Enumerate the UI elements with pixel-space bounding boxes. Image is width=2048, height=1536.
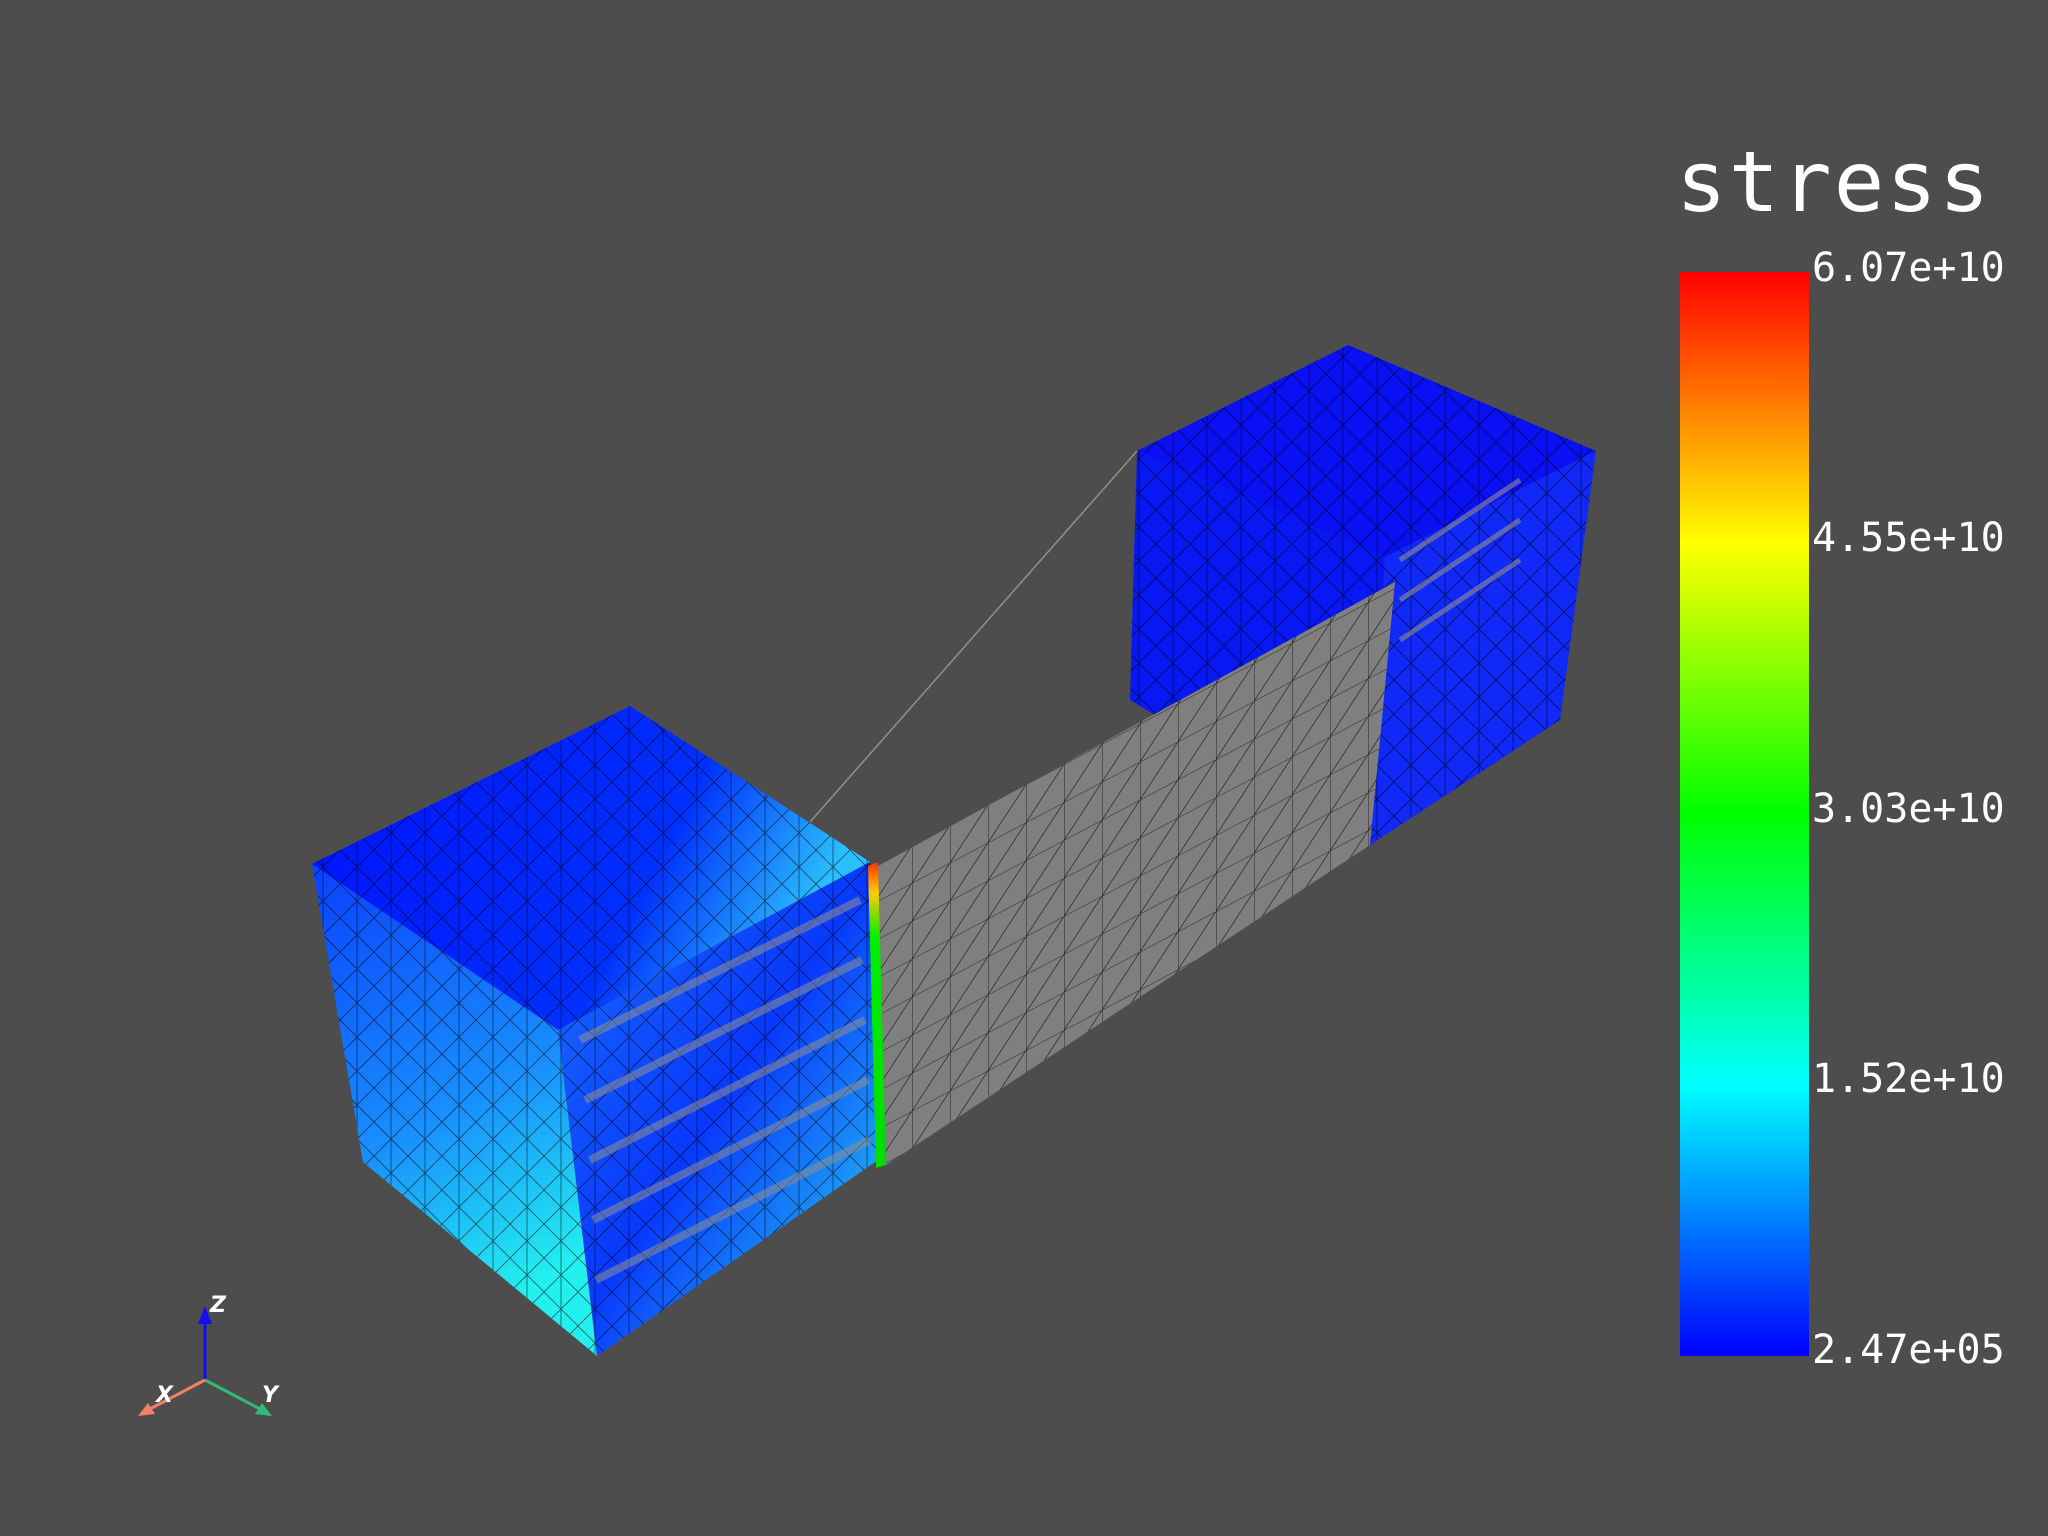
left-block — [312, 706, 886, 1356]
y-axis-label: Y — [262, 1383, 280, 1408]
orientation-axes-widget: Z Y X — [138, 1293, 280, 1416]
scalar-bar-label-3: 3.03e+10 — [1812, 786, 2005, 832]
scalar-bar-gradient — [1680, 272, 1809, 1356]
y-axis-line — [204, 1378, 263, 1412]
scalar-bar-label-max: 6.07e+10 — [1812, 245, 2005, 291]
x-axis-label: X — [154, 1383, 174, 1408]
z-axis-label: Z — [209, 1293, 227, 1318]
scalar-bar-title: stress — [1676, 133, 1992, 231]
scalar-bar-label-4: 1.52e+10 — [1812, 1056, 2005, 1102]
scalar-bar-label-min: 2.47e+05 — [1812, 1327, 2005, 1373]
render-viewport[interactable]: Z Y X stress 6.07e+10 4.55e+10 3.03e+10 … — [0, 0, 2048, 1536]
x-axis-arrow — [138, 1403, 155, 1416]
scalar-bar-label-2: 4.55e+10 — [1812, 515, 2005, 561]
